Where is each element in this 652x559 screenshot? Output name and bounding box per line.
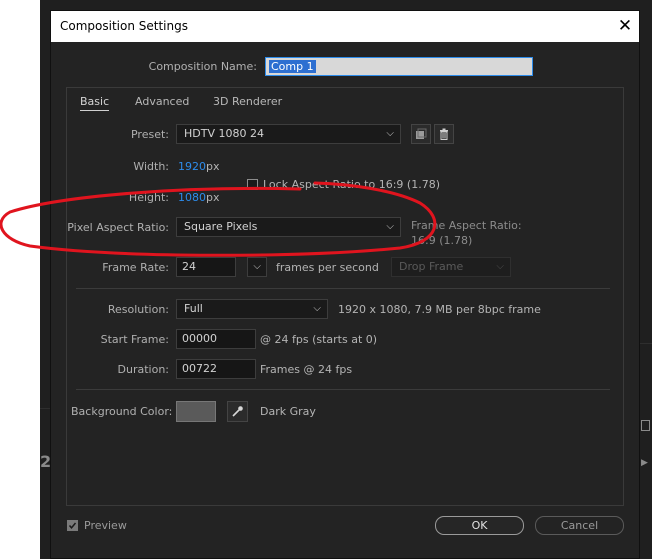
- frame-rate-dropdown[interactable]: ⌵: [247, 257, 267, 277]
- duration-value: 00722: [182, 362, 217, 375]
- background-color-name: Dark Gray: [260, 405, 316, 418]
- checkmark-icon: [68, 522, 77, 529]
- dialog-titlebar: Composition Settings ✕: [51, 11, 639, 42]
- dialog-title: Composition Settings: [60, 19, 188, 33]
- width-unit: px: [206, 160, 220, 173]
- ok-button[interactable]: OK: [435, 516, 524, 535]
- frame-aspect-value: 16:9 (1.78): [411, 234, 473, 247]
- save-preset-icon: [416, 128, 427, 139]
- eyedropper-icon: [232, 406, 243, 417]
- width-label: Width:: [133, 160, 169, 173]
- chevron-down-icon: ⌵: [386, 128, 394, 139]
- settings-panel: [66, 87, 624, 506]
- background-arrow-icon: ▶: [641, 458, 648, 468]
- frame-rate-unit: frames per second: [276, 261, 379, 274]
- background-color-swatch[interactable]: [176, 401, 216, 422]
- duration-label: Duration:: [117, 363, 169, 376]
- background-divider: [40, 408, 50, 409]
- height-label: Height:: [128, 191, 169, 204]
- start-frame-info: @ 24 fps (starts at 0): [260, 333, 378, 346]
- trash-icon: [440, 128, 448, 140]
- frame-rate-input[interactable]: 24: [176, 257, 236, 277]
- frame-rate-label: Frame Rate:: [102, 261, 169, 274]
- composition-name-label: Composition Name:: [148, 60, 257, 73]
- duration-input[interactable]: 00722: [176, 359, 256, 379]
- start-frame-label: Start Frame:: [100, 333, 169, 346]
- resolution-value: Full: [184, 302, 203, 315]
- drop-frame-value: Drop Frame: [399, 260, 464, 273]
- start-frame-value: 00000: [182, 332, 217, 345]
- section-divider: [76, 389, 610, 390]
- tab-advanced[interactable]: Advanced: [135, 95, 189, 108]
- height-value[interactable]: 1080: [178, 191, 206, 204]
- preset-label: Preset:: [130, 128, 169, 141]
- resolution-info: 1920 x 1080, 7.9 MB per 8bpc frame: [338, 303, 541, 316]
- width-value[interactable]: 1920: [178, 160, 206, 173]
- resolution-label: Resolution:: [107, 303, 169, 316]
- preview-label: Preview: [84, 519, 127, 532]
- background-divider: [640, 343, 652, 344]
- lock-aspect-label: Lock Aspect Ratio to 16:9 (1.78): [263, 178, 440, 191]
- composition-name-input[interactable]: Comp 1: [265, 57, 533, 76]
- composition-name-value: Comp 1: [269, 60, 316, 73]
- save-preset-button[interactable]: [411, 124, 431, 144]
- frame-aspect-label: Frame Aspect Ratio:: [411, 219, 522, 232]
- duration-info: Frames @ 24 fps: [260, 363, 353, 376]
- background-color-label: Background Color:: [71, 405, 173, 418]
- eyedropper-button[interactable]: [227, 401, 248, 422]
- chevron-down-icon: ⌵: [253, 261, 261, 272]
- chevron-down-icon: ⌵: [313, 303, 321, 314]
- chevron-down-icon: ⌵: [386, 221, 394, 232]
- close-icon[interactable]: ✕: [613, 14, 637, 38]
- resolution-dropdown[interactable]: Full ⌵: [176, 299, 328, 319]
- delete-preset-button[interactable]: [434, 124, 454, 144]
- cancel-button[interactable]: Cancel: [535, 516, 624, 535]
- preset-value: HDTV 1080 24: [184, 127, 264, 140]
- pixel-aspect-label: Pixel Aspect Ratio:: [67, 221, 169, 234]
- tab-basic[interactable]: Basic: [80, 95, 109, 108]
- pixel-aspect-value: Square Pixels: [184, 220, 258, 233]
- drop-frame-dropdown: Drop Frame ⌵: [391, 257, 511, 277]
- frame-rate-value: 24: [182, 260, 196, 273]
- chevron-down-icon: ⌵: [496, 261, 504, 272]
- tab-active-indicator: [80, 110, 109, 111]
- section-divider: [76, 288, 610, 289]
- start-frame-input[interactable]: 00000: [176, 329, 256, 349]
- pixel-aspect-dropdown[interactable]: Square Pixels ⌵: [176, 217, 401, 237]
- composition-settings-dialog: Composition Settings ✕ Composition Name:…: [50, 10, 640, 559]
- tab-3d-renderer[interactable]: 3D Renderer: [213, 95, 282, 108]
- background-grid-icon: [641, 420, 650, 431]
- lock-aspect-checkbox[interactable]: [247, 179, 258, 190]
- height-unit: px: [206, 191, 220, 204]
- preset-dropdown[interactable]: HDTV 1080 24 ⌵: [176, 124, 401, 144]
- preview-checkbox[interactable]: [67, 520, 78, 531]
